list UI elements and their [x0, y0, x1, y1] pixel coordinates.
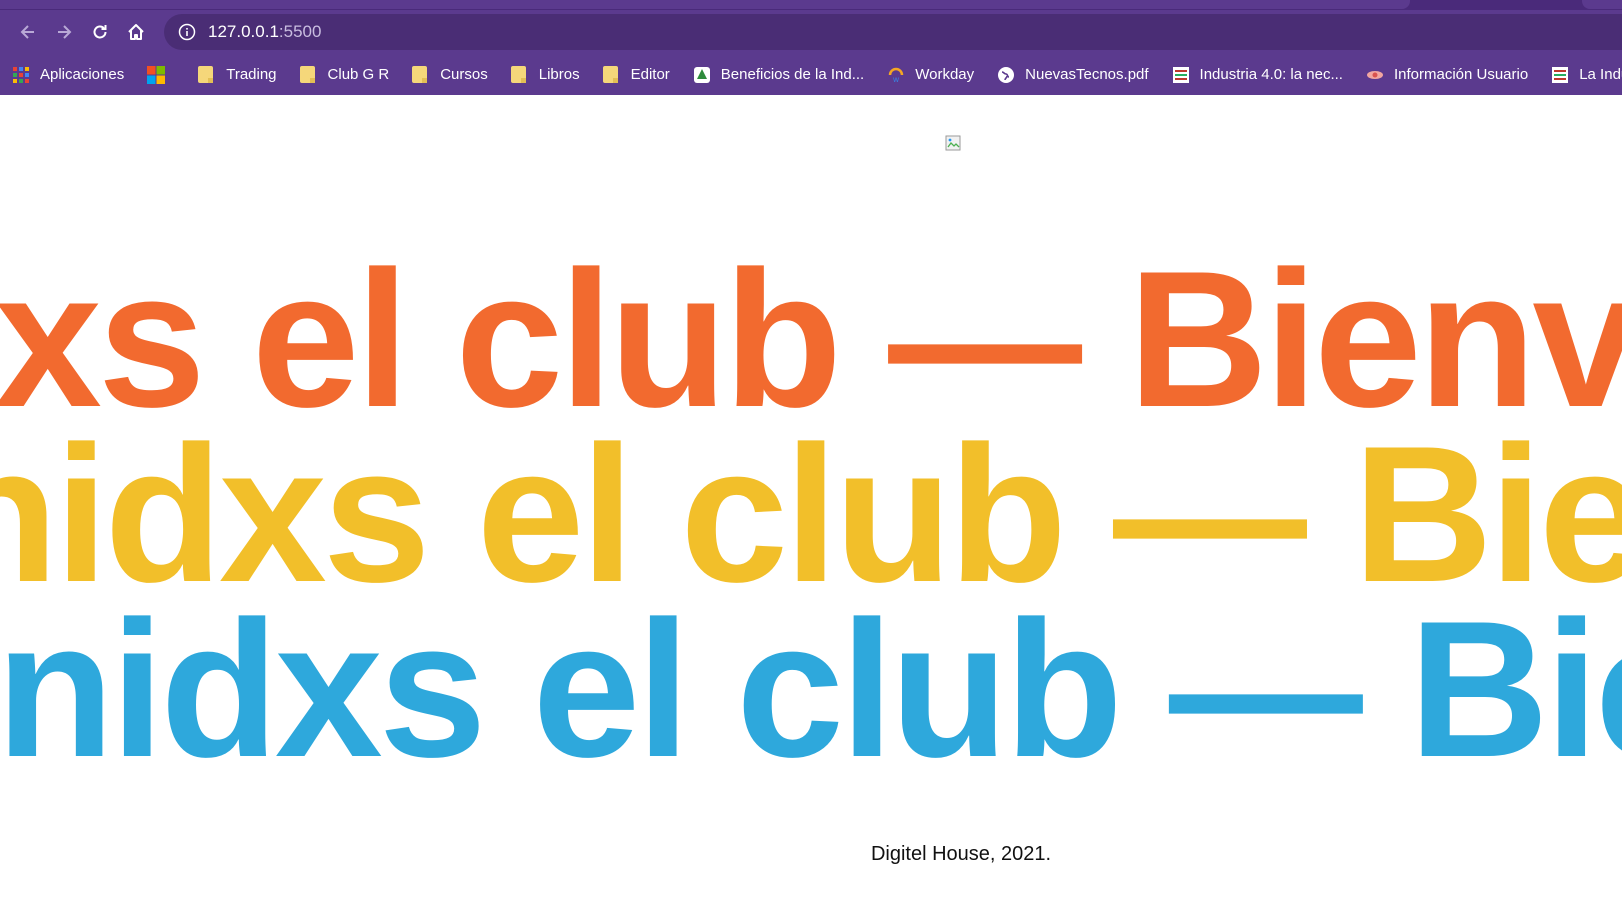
site-icon	[693, 66, 710, 83]
globe-icon	[998, 66, 1015, 83]
page-content: xs el club — Bienvenidxs el club nidxs e…	[0, 95, 1622, 917]
bookmark-editor[interactable]: Editor	[602, 65, 670, 84]
workday-icon: w	[888, 67, 904, 84]
reload-button[interactable]	[82, 14, 118, 50]
back-arrow-icon	[20, 25, 34, 39]
footer-text: Digitel House, 2021.	[870, 843, 1052, 865]
bookmark-workday[interactable]: w Workday	[887, 66, 974, 84]
bookmark-la-industria[interactable]: La Industria	[1551, 66, 1622, 84]
reload-icon	[93, 25, 107, 39]
forward-button[interactable]	[46, 14, 82, 50]
info-icon[interactable]	[178, 23, 196, 41]
home-button[interactable]	[118, 14, 154, 50]
forward-arrow-icon	[58, 25, 72, 39]
new-tab-area[interactable]	[1582, 0, 1622, 9]
book-icon	[1172, 66, 1189, 83]
bookmark-nuevastecnos[interactable]: NuevasTecnos.pdf	[997, 66, 1149, 84]
bookmark-beneficios[interactable]: Beneficios de la Ind...	[693, 66, 864, 84]
site-icon	[1366, 70, 1383, 79]
bookmark-aplicaciones[interactable]: Aplicaciones	[12, 66, 124, 84]
microsoft-logo-icon	[147, 65, 166, 84]
address-port: :5500	[278, 22, 322, 41]
broken-image-icon	[945, 135, 961, 151]
bookmark-libros[interactable]: Libros	[510, 65, 580, 84]
svg-text:w: w	[893, 75, 900, 84]
bookmark-label: Club G R	[327, 66, 390, 83]
book-icon	[1552, 66, 1569, 83]
bookmark-label: Información Usuario	[1393, 66, 1529, 83]
bookmark-label: Aplicaciones	[40, 66, 125, 83]
address-host: 127.0.0.1	[208, 22, 279, 41]
bookmark-trading[interactable]: Trading	[198, 65, 277, 84]
bookmark-informacion-usuario[interactable]: Información Usuario	[1366, 66, 1528, 84]
address-bar[interactable]: 127.0.0.1:5500	[164, 14, 1622, 50]
marquee-row-blue: enidxs el club — Bienvenidxs el club	[0, 581, 1622, 798]
bookmark-industria-40[interactable]: Industria 4.0: la nec...	[1172, 66, 1343, 84]
bookmark-label: Beneficios de la Ind...	[720, 66, 865, 83]
apps-grid-icon	[13, 66, 29, 83]
bookmark-label: Editor	[630, 66, 670, 83]
bookmark-label: La Industria	[1579, 66, 1622, 83]
bookmark-label: Industria 4.0: la nec...	[1199, 66, 1343, 83]
bookmark-cursos[interactable]: Cursos	[412, 65, 488, 84]
bookmark-microsoft[interactable]	[147, 65, 175, 84]
tab-strip	[0, 0, 1622, 10]
back-button[interactable]	[10, 14, 46, 50]
folder-icon	[299, 65, 315, 83]
bookmark-club-g-r[interactable]: Club G R	[299, 65, 390, 84]
folder-icon	[510, 65, 526, 83]
bookmark-label: Cursos	[440, 66, 488, 83]
folder-icon	[602, 65, 618, 83]
home-icon	[128, 24, 144, 40]
bookmark-label: Trading	[226, 66, 277, 83]
bookmark-label: NuevasTecnos.pdf	[1025, 66, 1149, 83]
bookmark-label: Libros	[538, 66, 580, 83]
bookmarks-bar: Aplicaciones Trading Club G R Cursos Lib…	[0, 54, 1622, 95]
browser-toolbar: 127.0.0.1:5500	[0, 10, 1622, 54]
folder-icon	[198, 65, 214, 83]
folder-icon	[412, 65, 428, 83]
bookmark-label: Workday	[915, 66, 975, 83]
tab-bar[interactable]	[0, 0, 1410, 9]
